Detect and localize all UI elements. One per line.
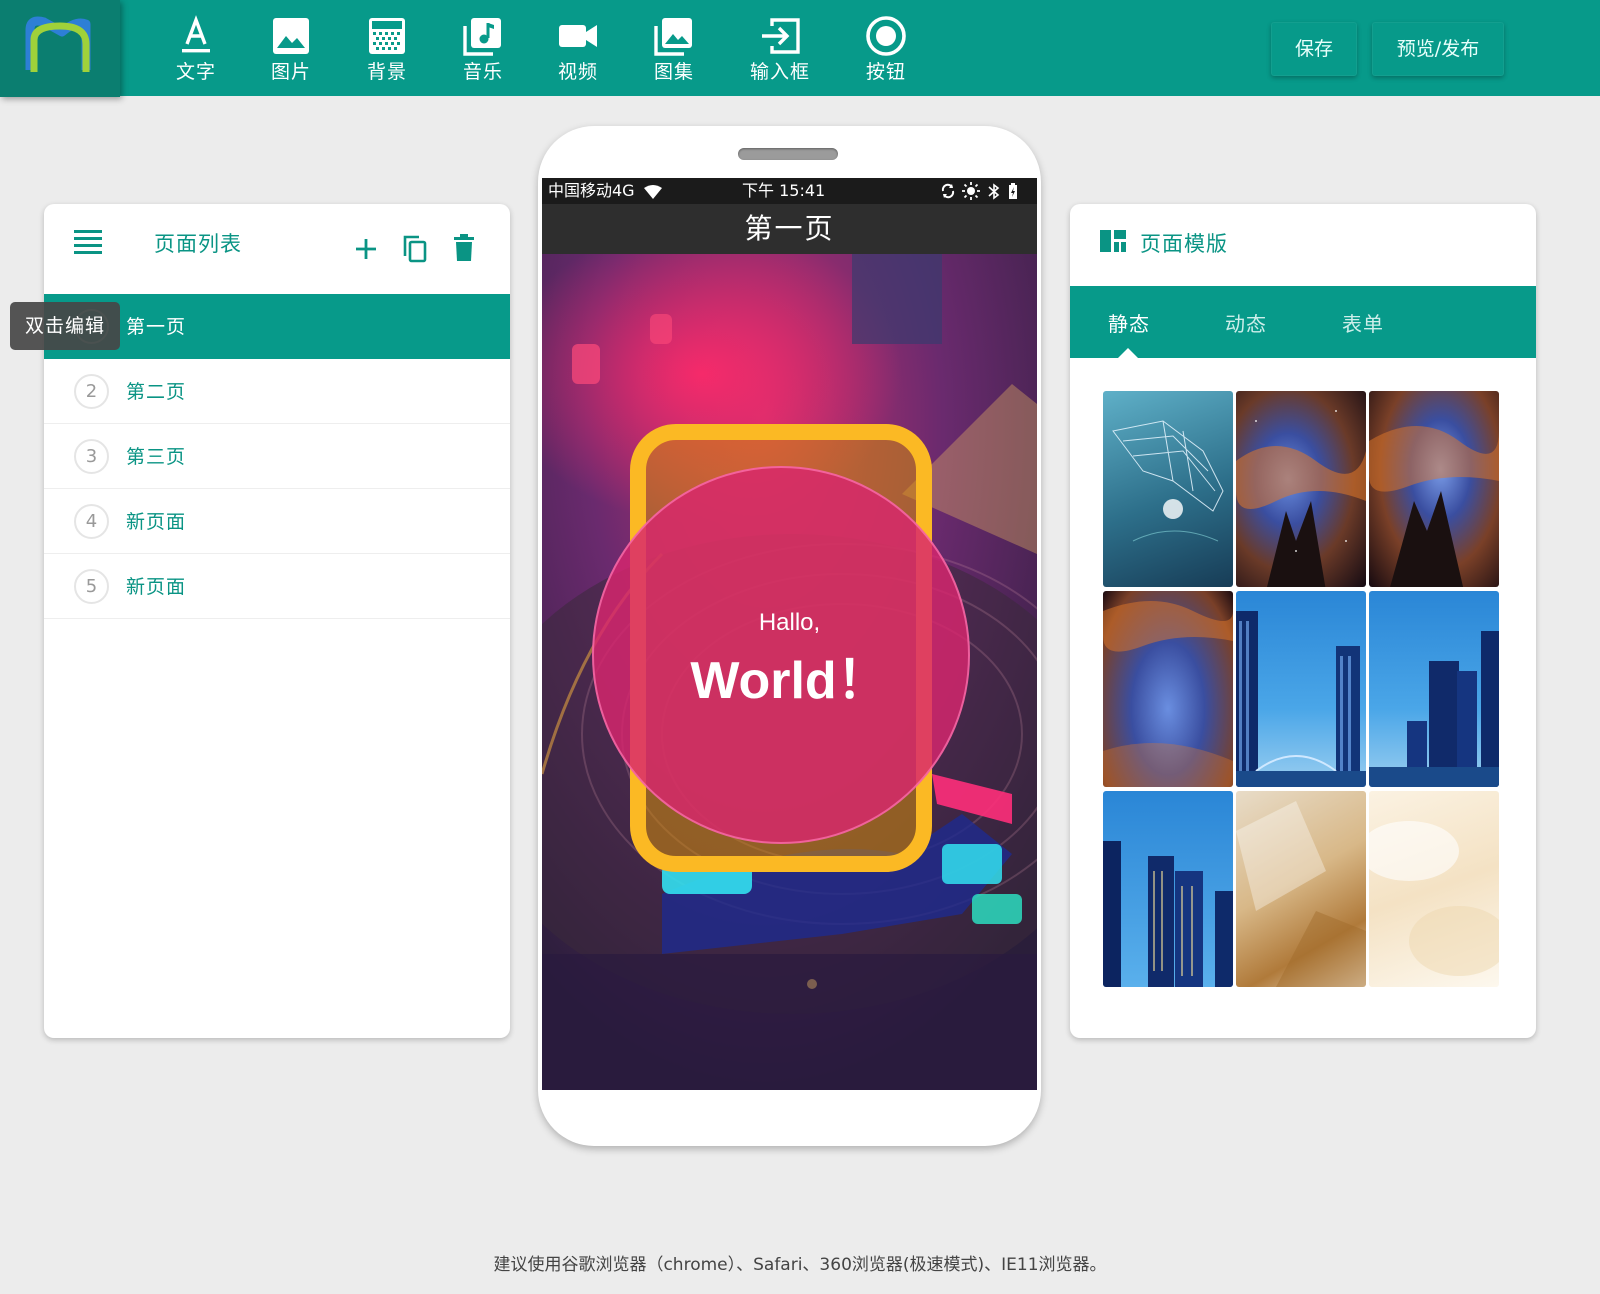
page-template-panel: 页面模版 静态 动态 表单 (1070, 204, 1536, 1038)
template-panel-title: 页面模版 (1140, 232, 1228, 256)
page-list-item-5[interactable]: 5 新页面 (44, 554, 510, 619)
tool-input[interactable]: 输入框 (737, 14, 823, 86)
tool-background[interactable]: 背景 (347, 14, 427, 86)
bluetooth-icon (988, 183, 1000, 200)
button-icon (866, 16, 906, 56)
page-number: 3 (74, 439, 109, 474)
greeting-text[interactable]: Hallo, (542, 609, 1037, 637)
logo-icon (25, 16, 91, 72)
text-icon (182, 15, 210, 53)
phone-speaker (738, 148, 838, 160)
active-tab-indicator (1118, 348, 1138, 358)
page-name: 新页面 (126, 511, 187, 533)
tool-image-label: 图片 (270, 61, 311, 83)
app-logo[interactable] (0, 0, 120, 97)
page-list-item-2[interactable]: 2 第二页 (44, 359, 510, 424)
page-list-title: 页面列表 (154, 232, 242, 256)
page-number: 4 (74, 504, 109, 539)
page-canvas[interactable]: Hallo, World！ (542, 254, 1037, 1090)
music-icon (463, 18, 501, 56)
brightness-icon (962, 182, 980, 200)
tool-gallery[interactable]: 图集 (634, 14, 714, 86)
delete-page-icon[interactable] (453, 234, 475, 262)
clock-label: 下午 15:41 (742, 181, 826, 200)
phone-page-title: 第一页 (542, 204, 1037, 254)
tool-text-label: 文字 (175, 61, 216, 83)
page-name: 第二页 (126, 381, 187, 403)
template-tabs: 静态 动态 表单 (1070, 286, 1536, 358)
tool-music[interactable]: 音乐 (443, 14, 523, 86)
phone-screen: 中国移动4G 下午 15:41 第一页 Hallo, World！ (542, 178, 1037, 1090)
phone-status-bar: 中国移动4G 下午 15:41 (542, 178, 1037, 204)
tab-static[interactable]: 静态 (1108, 308, 1150, 337)
headline-text[interactable]: World！ (542, 638, 1037, 713)
wifi-icon (644, 185, 662, 199)
tool-gallery-label: 图集 (653, 61, 694, 83)
template-thumbnail[interactable] (1236, 591, 1366, 787)
rotate-icon (941, 183, 955, 199)
gallery-icon (654, 18, 692, 56)
top-toolbar: 文字 图片 背景 音乐 视频 图集 输入框 按钮 保存 预览/发布 (0, 0, 1600, 97)
image-icon (273, 18, 309, 54)
template-thumbnail[interactable] (1103, 591, 1233, 787)
template-thumbnail[interactable] (1369, 791, 1499, 987)
tool-text[interactable]: 文字 (156, 14, 236, 86)
template-thumbnail[interactable] (1369, 391, 1499, 587)
template-thumbnail[interactable] (1103, 391, 1233, 587)
tool-button[interactable]: 按钮 (846, 14, 926, 86)
battery-icon (1009, 183, 1017, 199)
page-name: 新页面 (126, 576, 187, 598)
tool-button-label: 按钮 (865, 61, 906, 83)
page-number: 2 (74, 374, 109, 409)
template-thumbnail[interactable] (1103, 791, 1233, 987)
tool-input-label: 输入框 (749, 61, 810, 83)
tool-music-label: 音乐 (462, 61, 503, 83)
tool-video-label: 视频 (557, 61, 598, 83)
tool-background-label: 背景 (366, 61, 407, 83)
page-name: 第一页 (126, 316, 187, 338)
preview-publish-button[interactable]: 预览/发布 (1372, 22, 1504, 76)
tool-video[interactable]: 视频 (538, 14, 618, 86)
video-icon (559, 25, 597, 47)
template-thumbnail[interactable] (1236, 391, 1366, 587)
list-icon (74, 230, 102, 254)
page-list-item-4[interactable]: 4 新页面 (44, 489, 510, 554)
double-click-edit-tooltip: 双击编辑 (10, 302, 120, 350)
page-name: 第三页 (126, 446, 187, 468)
save-button[interactable]: 保存 (1271, 22, 1357, 76)
page-number: 5 (74, 569, 109, 604)
template-thumbnail[interactable] (1236, 791, 1366, 987)
copy-page-icon[interactable] (402, 234, 428, 264)
input-icon (762, 18, 800, 54)
background-icon (369, 18, 405, 54)
phone-preview: 中国移动4G 下午 15:41 第一页 Hallo, World！ (538, 126, 1041, 1146)
template-thumbnail[interactable] (1369, 591, 1499, 787)
tab-dynamic[interactable]: 动态 (1225, 308, 1267, 337)
browser-recommendation-note: 建议使用谷歌浏览器（chrome）、Safari、360浏览器(极速模式)、IE… (493, 1255, 1107, 1275)
template-grid-icon (1100, 230, 1126, 252)
tab-form[interactable]: 表单 (1342, 308, 1384, 337)
page-list-item-3[interactable]: 3 第三页 (44, 424, 510, 489)
tool-image[interactable]: 图片 (251, 14, 331, 86)
carrier-label: 中国移动4G (548, 181, 635, 200)
add-page-icon[interactable] (355, 238, 377, 260)
